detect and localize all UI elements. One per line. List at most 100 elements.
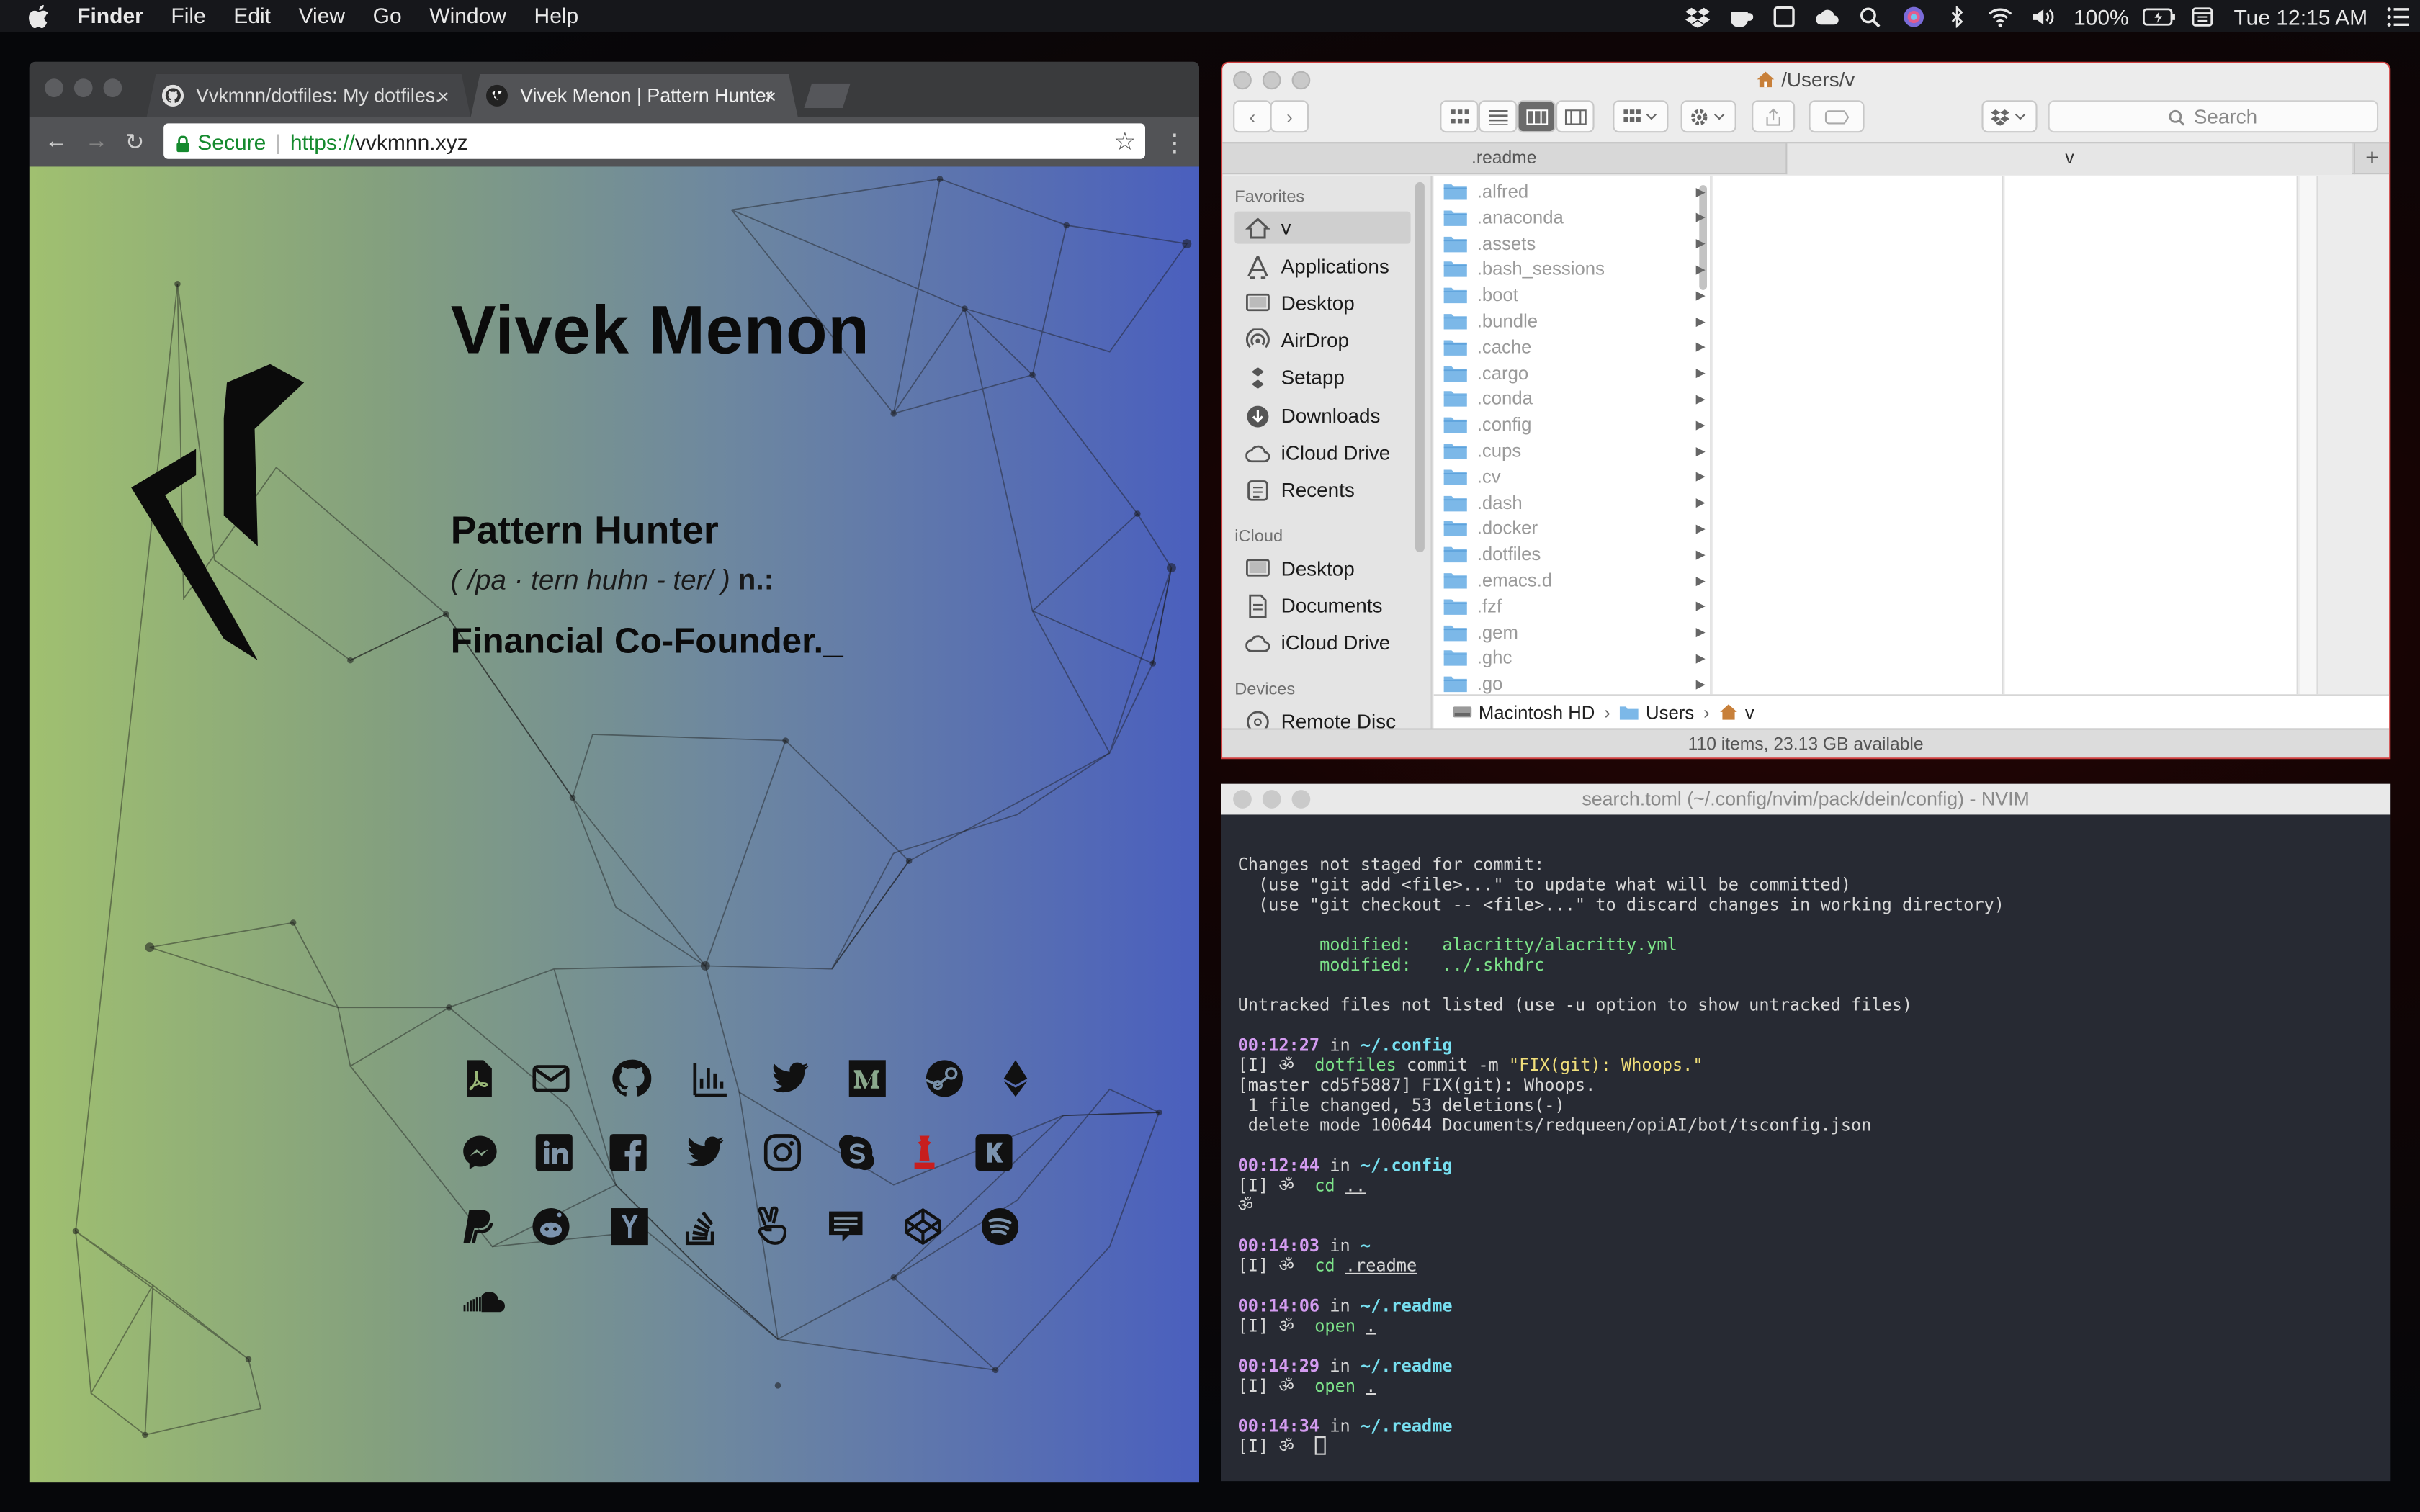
tags-button[interactable] [1809, 100, 1865, 133]
column-view-button[interactable] [1517, 100, 1556, 133]
back-button[interactable]: ← [45, 128, 68, 154]
instagram-icon[interactable] [759, 1130, 805, 1176]
finder-tab-v[interactable]: v [1787, 143, 2352, 175]
close-window-button[interactable] [1233, 790, 1252, 809]
linkedin-icon[interactable] [531, 1130, 577, 1176]
sidebar-item-icloud-drive-2[interactable]: iCloud Drive [1245, 626, 1415, 659]
address-bar[interactable]: Secure | https:// vvkmnn.xyz ☆ [163, 123, 1146, 159]
menu-view[interactable]: View [284, 0, 359, 32]
facebook-icon[interactable] [605, 1130, 651, 1176]
bluetooth-icon[interactable] [1935, 0, 1978, 32]
sidebar-item-v[interactable]: v [1234, 211, 1411, 244]
skype-icon[interactable] [833, 1130, 879, 1176]
sidebar-item-icloud-drive[interactable]: iCloud Drive [1245, 436, 1415, 469]
file-row[interactable]: .cargo ▶ [1443, 361, 1706, 385]
gallery-view-button[interactable] [1556, 100, 1595, 133]
zoom-window-button[interactable] [1291, 71, 1311, 90]
close-tab-button[interactable]: × [765, 84, 776, 107]
stackoverflow-icon[interactable] [678, 1203, 724, 1249]
calendar-icon[interactable] [2182, 0, 2225, 32]
github-icon[interactable] [608, 1056, 654, 1102]
file-row[interactable]: .cache ▶ [1443, 335, 1706, 359]
close-window-button[interactable] [1233, 71, 1252, 90]
zoom-window-button[interactable] [1291, 790, 1311, 809]
action-button[interactable] [1680, 100, 1736, 133]
sidebar-item-recents[interactable]: Recents [1245, 474, 1415, 506]
path-users[interactable]: Users [1646, 701, 1694, 723]
path-v[interactable]: v [1745, 701, 1754, 723]
codepen-icon[interactable] [900, 1203, 946, 1249]
search-field[interactable]: Search [2048, 100, 2379, 133]
sidebar-item-downloads[interactable]: Downloads [1245, 400, 1415, 432]
file-row[interactable]: .anaconda ▶ [1443, 205, 1706, 230]
ethereum-icon[interactable] [992, 1056, 1039, 1102]
menu-finder[interactable]: Finder [68, 0, 157, 32]
file-row[interactable]: .boot ▶ [1443, 283, 1706, 307]
reddit-icon[interactable] [528, 1203, 574, 1249]
dropbox-button[interactable] [1981, 100, 2038, 133]
minimize-window-button[interactable] [73, 78, 93, 97]
file-row[interactable]: .cups ▶ [1443, 438, 1706, 463]
twitter-alt-icon[interactable] [682, 1130, 728, 1176]
file-row[interactable]: .docker ▶ [1443, 516, 1706, 541]
tab-dotfiles[interactable]: Vvkmnn/dotfiles: My dotfiles. × [147, 74, 471, 117]
sidebar-item-documents[interactable]: Documents [1245, 590, 1415, 622]
sidebar-scrollbar[interactable] [1415, 181, 1425, 553]
forward-button[interactable]: → [85, 128, 108, 154]
file-row[interactable]: .bash_sessions ▶ [1443, 257, 1706, 282]
list-view-button[interactable] [1478, 100, 1518, 133]
forward-button[interactable]: › [1270, 100, 1309, 133]
battery-icon[interactable] [2138, 0, 2182, 32]
sidebar-item-airdrop[interactable]: AirDrop [1245, 324, 1415, 356]
messenger-icon[interactable] [457, 1130, 503, 1176]
twitter-icon[interactable] [767, 1056, 813, 1102]
menu-clock[interactable]: Tue 12:15 AM [2225, 4, 2377, 28]
arrange-button[interactable] [1613, 100, 1669, 133]
spotify-icon[interactable] [977, 1203, 1023, 1249]
file-row[interactable]: .alfred ▶ [1443, 179, 1706, 204]
file-row[interactable]: .dotfiles ▶ [1443, 542, 1706, 567]
steam-icon[interactable] [921, 1056, 967, 1102]
menu-help[interactable]: Help [520, 0, 592, 32]
icon-view-button[interactable] [1440, 100, 1479, 133]
file-row[interactable]: .go ▶ [1443, 672, 1706, 694]
spotlight-icon[interactable] [1848, 0, 1891, 32]
angellist-icon[interactable] [748, 1203, 794, 1249]
stats-icon[interactable] [687, 1056, 733, 1102]
mail-icon[interactable] [528, 1056, 574, 1102]
pdf-icon[interactable] [455, 1056, 501, 1102]
window-icon[interactable] [1762, 0, 1805, 32]
kickstarter-icon[interactable] [971, 1130, 1017, 1176]
new-tab-button[interactable] [804, 84, 850, 108]
wifi-icon[interactable] [1978, 0, 2021, 32]
minimize-window-button[interactable] [1262, 71, 1281, 90]
soundcloud-icon[interactable] [463, 1277, 509, 1323]
bookmark-star-icon[interactable]: ☆ [1113, 127, 1136, 158]
path-macintosh-hd[interactable]: Macintosh HD [1479, 701, 1595, 723]
dropbox-icon[interactable] [1675, 0, 1718, 32]
file-row[interactable]: .fzf ▶ [1443, 594, 1706, 618]
file-row[interactable]: .dash ▶ [1443, 490, 1706, 515]
ycombinator-icon[interactable] [606, 1203, 653, 1249]
file-row[interactable]: .config ▶ [1443, 413, 1706, 437]
share-button[interactable] [1752, 100, 1796, 133]
close-window-button[interactable] [45, 78, 63, 97]
finder-tab-readme[interactable]: .readme [1222, 143, 1788, 175]
file-row[interactable]: .emacs.d ▶ [1443, 568, 1706, 593]
siri-icon[interactable] [1891, 0, 1935, 32]
menu-file[interactable]: File [157, 0, 220, 32]
sidebar-item-setapp[interactable]: Setapp [1245, 361, 1415, 393]
minimize-window-button[interactable] [1262, 790, 1281, 809]
notification-center-icon[interactable] [2377, 0, 2420, 32]
paypal-icon[interactable] [455, 1203, 501, 1249]
chrome-menu-icon[interactable]: ⋮ [1162, 128, 1187, 159]
tab-pattern-hunter[interactable]: Vivek Menon | Pattern Hunter × [471, 74, 798, 117]
medium-icon[interactable] [844, 1056, 890, 1102]
sidebar-item-applications[interactable]: Applications [1245, 250, 1415, 282]
new-finder-tab-button[interactable]: + [2353, 143, 2389, 175]
sidebar-item-icloud-desktop[interactable]: Desktop [1245, 552, 1415, 585]
reload-button[interactable]: ↻ [125, 128, 145, 156]
menu-go[interactable]: Go [359, 0, 416, 32]
menu-window[interactable]: Window [416, 0, 520, 32]
zoom-window-button[interactable] [103, 78, 122, 97]
